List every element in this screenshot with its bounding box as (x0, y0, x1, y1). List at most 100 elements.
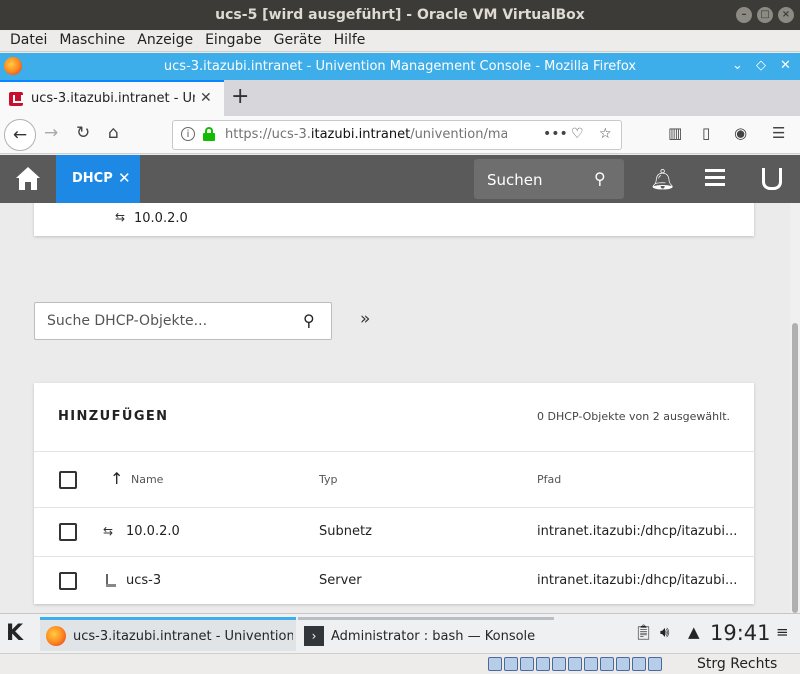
column-header-name[interactable]: Name (131, 473, 163, 486)
tab-dhcp-label: DHCP (72, 171, 113, 186)
tree-item-label: 10.0.2.0 (134, 211, 188, 226)
mouse-integration-icon[interactable] (632, 657, 646, 671)
hard-disk-icon[interactable] (488, 657, 502, 671)
menu-datei[interactable]: Datei (4, 30, 53, 51)
notifications-bell-icon[interactable]: 🔔︎ (650, 167, 675, 191)
tab-dhcp[interactable]: DHCP ✕ (56, 155, 140, 203)
usb-icon[interactable] (552, 657, 566, 671)
search-icon[interactable]: ⚲ (303, 311, 315, 330)
back-button-icon[interactable]: ← (4, 119, 36, 151)
column-header-path[interactable]: Pfad (537, 473, 561, 486)
row-path: intranet.itazubi:/dhcp/itazubi... (537, 524, 738, 539)
panel-options-icon[interactable]: ≡ (776, 623, 789, 641)
address-bar[interactable]: i https://ucs-3.itazubi.intranet/univent… (172, 120, 622, 150)
close-button[interactable]: × (778, 7, 794, 23)
volume-icon[interactable]: 🔊︎ (660, 623, 669, 641)
row-path: intranet.itazubi:/dhcp/itazubi... (537, 573, 738, 588)
tree-card: 10.0.2.0 (34, 203, 754, 236)
umc-menu-icon[interactable] (705, 169, 725, 187)
optical-drive-icon[interactable] (504, 657, 518, 671)
row-name[interactable]: 10.0.2.0 (126, 524, 180, 539)
keyboard-icon[interactable] (648, 657, 662, 671)
divider (34, 507, 754, 508)
bookmark-star-icon[interactable]: ☆ (599, 126, 612, 142)
scrollbar-thumb[interactable] (792, 323, 798, 613)
umc-header: DHCP ✕ Suchen ⚲ 🔔︎ (0, 155, 800, 203)
sidebar-icon[interactable]: ▯ (702, 124, 710, 142)
menu-eingabe[interactable]: Eingabe (199, 30, 268, 51)
keep-above-icon[interactable]: ◇ (756, 58, 766, 73)
subnet-icon (103, 524, 116, 539)
column-header-type[interactable]: Typ (319, 473, 338, 486)
firefox-titlebar: ucs-3.itazubi.intranet - Univention Mana… (0, 53, 800, 80)
umc-search-field[interactable]: Suchen ⚲ (474, 159, 624, 199)
video-capture-icon[interactable] (600, 657, 614, 671)
reload-icon[interactable]: ↻ (76, 123, 90, 143)
minimize-button[interactable]: – (736, 7, 752, 23)
menu-hilfe[interactable]: Hilfe (328, 30, 372, 51)
task-label: Administrator : bash — Konsole (331, 629, 536, 644)
module-content: 10.0.2.0 ⚲ » HINZUFÜGEN 0 DHCP-Objekte v… (0, 203, 790, 613)
subnet-icon (115, 210, 128, 225)
display-icon[interactable] (584, 657, 598, 671)
home-icon[interactable]: ⌂ (108, 123, 119, 143)
object-search-input[interactable] (35, 303, 295, 339)
page-actions-icon[interactable]: ••• (543, 126, 568, 142)
object-search-box: ⚲ (34, 302, 332, 340)
library-icon[interactable]: ▥ (668, 124, 682, 142)
expand-search-icon[interactable]: » (360, 309, 370, 329)
maximize-button[interactable]: □ (757, 7, 773, 23)
virtualbox-window-title: ucs-5 [wird ausgeführt] - Oracle VM Virt… (215, 7, 585, 23)
network-icon[interactable] (536, 657, 550, 671)
row-checkbox[interactable] (59, 523, 77, 541)
umc-home-icon[interactable] (14, 167, 42, 191)
univention-logo-icon[interactable] (762, 168, 782, 190)
task-firefox[interactable]: ucs-3.itazubi.intranet - Univention ... (40, 617, 296, 651)
forward-button-icon[interactable]: → (44, 123, 58, 143)
select-all-checkbox[interactable] (59, 471, 77, 489)
menu-maschine[interactable]: Maschine (53, 30, 131, 51)
task-konsole[interactable]: › Administrator : bash — Konsole (298, 617, 554, 651)
cpu-icon[interactable] (616, 657, 630, 671)
clipboard-icon[interactable]: 📋︎ (634, 623, 653, 641)
umc-search-placeholder: Suchen (487, 171, 543, 189)
clock[interactable]: 19:41 (710, 621, 771, 645)
row-checkbox[interactable] (59, 572, 77, 590)
browser-tab[interactable]: ucs-3.itazubi.intranet - Univention ✕ (0, 80, 224, 116)
close-window-icon[interactable]: ✕ (780, 58, 791, 73)
audio-icon[interactable] (520, 657, 534, 671)
univention-favicon-icon (9, 92, 23, 106)
divider (34, 451, 754, 452)
menu-hamburger-icon[interactable]: ☰ (772, 124, 785, 142)
results-grid-card: HINZUFÜGEN 0 DHCP-Objekte von 2 ausgewäh… (34, 383, 754, 604)
page-scrollbar[interactable] (790, 203, 800, 613)
tray-expand-icon[interactable]: ▲ (688, 623, 700, 641)
close-module-icon[interactable]: ✕ (118, 169, 131, 187)
virtualbox-titlebar: ucs-5 [wird ausgeführt] - Oracle VM Virt… (0, 0, 800, 30)
virtualbox-statusbar: Strg Rechts (0, 653, 800, 674)
firefox-window-title: ucs-3.itazubi.intranet - Univention Mana… (163, 59, 637, 74)
add-heading[interactable]: HINZUFÜGEN (58, 409, 168, 424)
shared-folders-icon[interactable] (568, 657, 582, 671)
konsole-icon: › (304, 626, 324, 646)
selection-status: 0 DHCP-Objekte von 2 ausgewählt. (537, 410, 730, 423)
menu-anzeige[interactable]: Anzeige (131, 30, 199, 51)
new-tab-icon[interactable]: + (231, 84, 249, 109)
search-icon[interactable]: ⚲ (594, 169, 606, 188)
row-name[interactable]: ucs-3 (126, 573, 161, 588)
site-info-icon[interactable]: i (181, 127, 195, 141)
firefox-icon (46, 626, 66, 646)
tab-strip: ucs-3.itazubi.intranet - Univention ✕ + (0, 80, 800, 116)
sort-ascending-icon[interactable]: ↑ (110, 469, 123, 488)
url-text[interactable]: https://ucs-3.itazubi.intranet/univentio… (225, 127, 507, 142)
row-type: Server (319, 573, 362, 588)
lock-icon[interactable] (203, 127, 215, 141)
tree-item[interactable]: 10.0.2.0 (115, 210, 188, 227)
account-icon[interactable]: ◉ (734, 124, 747, 142)
menu-geraete[interactable]: Geräte (268, 30, 328, 51)
close-tab-icon[interactable]: ✕ (200, 90, 212, 106)
chevron-down-icon[interactable]: ⌄ (732, 58, 743, 73)
pocket-icon[interactable]: ♡ (571, 126, 584, 142)
kde-launcher-icon[interactable]: K (6, 621, 23, 646)
virtualbox-menubar: Datei Maschine Anzeige Eingabe Geräte Hi… (0, 30, 800, 52)
